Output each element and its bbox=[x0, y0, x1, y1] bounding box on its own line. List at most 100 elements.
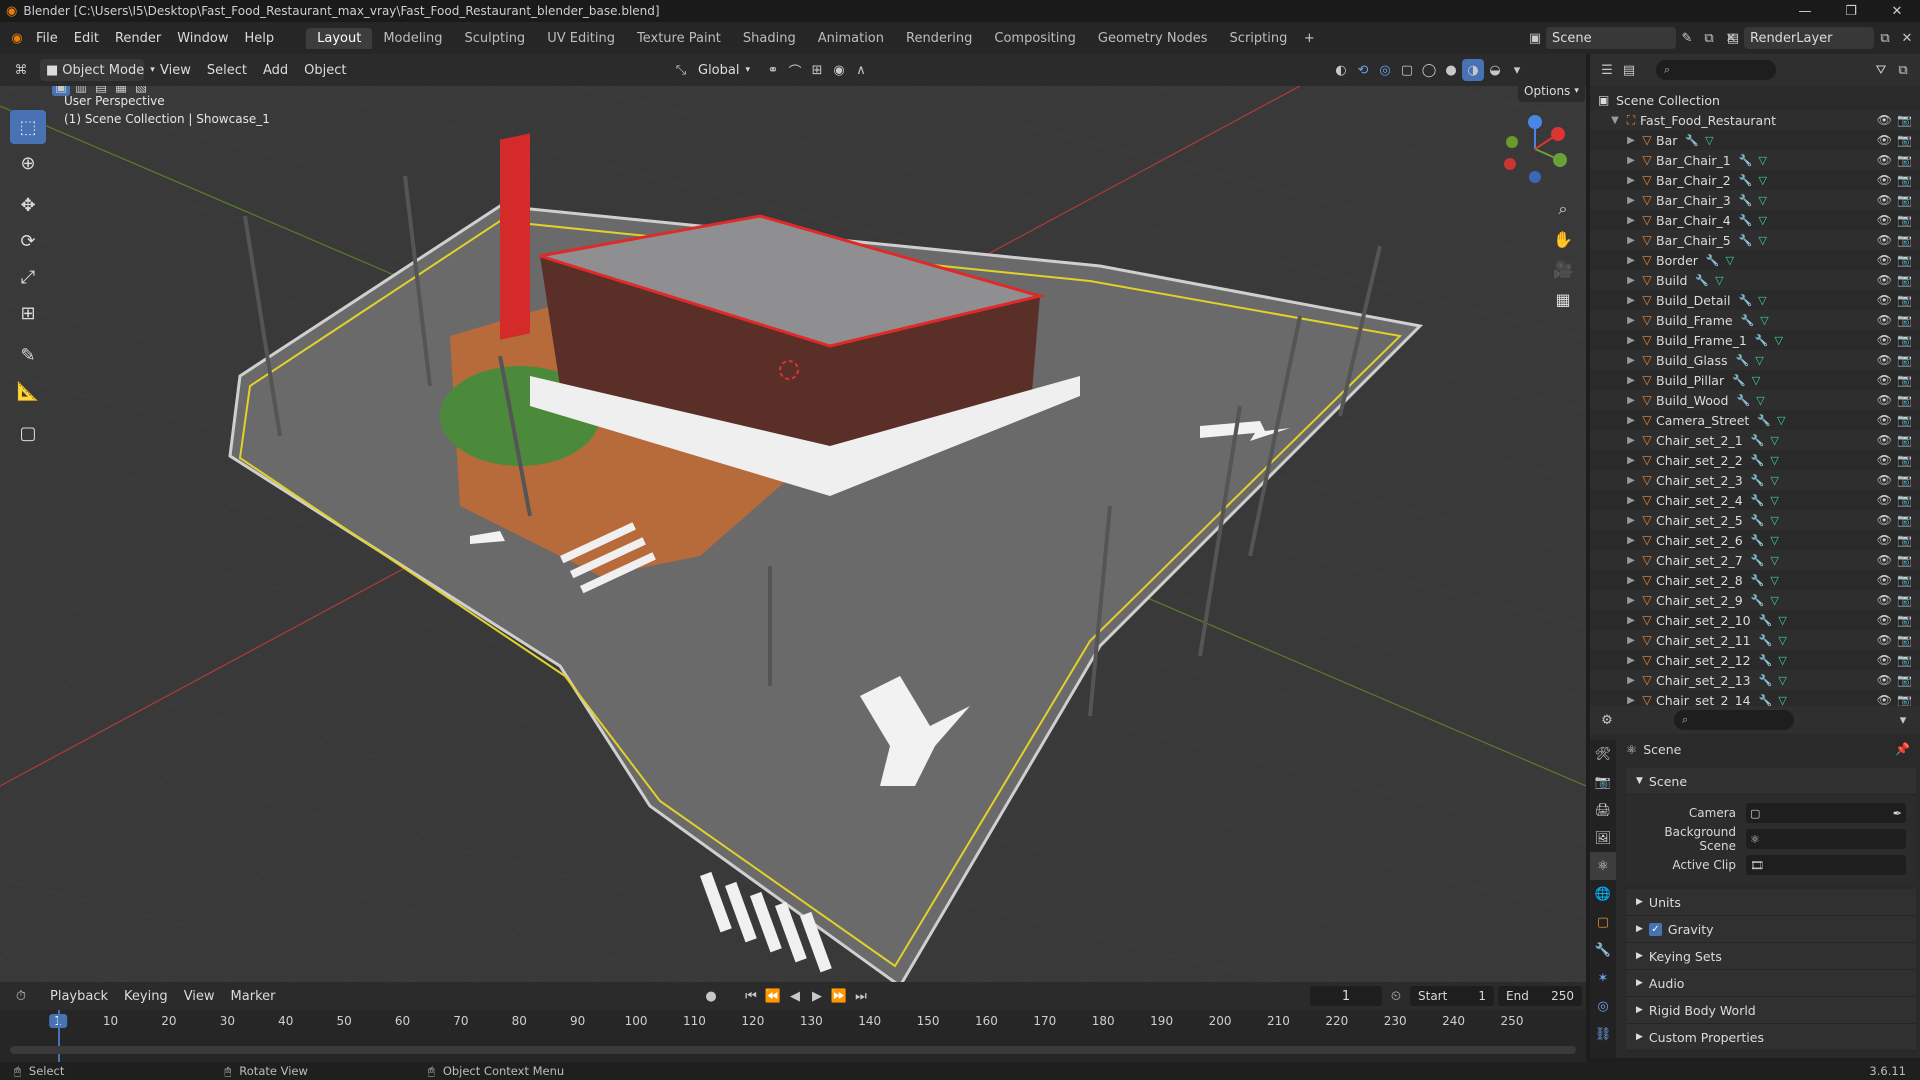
camera-icon[interactable]: 📷 bbox=[1897, 353, 1912, 367]
object-tab-icon[interactable]: ▢ bbox=[1590, 908, 1616, 936]
next-keyframe-icon[interactable]: ⏩ bbox=[828, 985, 850, 1007]
eye-icon[interactable]: 👁 bbox=[1877, 113, 1892, 127]
timeline-body[interactable]: 1102030405060708090100110120130140150160… bbox=[0, 1010, 1586, 1062]
scene-collection-row[interactable]: ▣ Scene Collection bbox=[1590, 90, 1920, 110]
eye-icon[interactable]: 👁 bbox=[1877, 273, 1892, 287]
panel-custom-properties[interactable]: ▶ Custom Properties bbox=[1626, 1024, 1916, 1051]
playhead[interactable] bbox=[58, 1010, 60, 1062]
chevron-right-icon[interactable]: ▶ bbox=[1624, 195, 1638, 206]
chevron-right-icon[interactable]: ▶ bbox=[1624, 395, 1638, 406]
eye-icon[interactable]: 👁 bbox=[1877, 413, 1892, 427]
gizmo-icon[interactable]: ⟲ bbox=[1352, 59, 1374, 81]
outliner-item[interactable]: ▶ ▽ Chair_set_2_7 🔧 ▽ 👁 📷 bbox=[1590, 550, 1920, 570]
camera-icon[interactable]: 📷 bbox=[1897, 173, 1912, 187]
minimize-button[interactable]: — bbox=[1782, 0, 1828, 22]
chevron-right-icon[interactable]: ▶ bbox=[1624, 335, 1638, 346]
camera-icon[interactable]: 📷 bbox=[1897, 213, 1912, 227]
camera-icon[interactable]: 📷 bbox=[1897, 473, 1912, 487]
camera-icon[interactable]: 📷 bbox=[1897, 613, 1912, 627]
camera-icon[interactable]: 📷 bbox=[1897, 233, 1912, 247]
chevron-right-icon[interactable]: ▶ bbox=[1624, 155, 1638, 166]
panel-keying-sets[interactable]: ▶ Keying Sets bbox=[1626, 943, 1916, 970]
start-frame-field[interactable]: Start 1 bbox=[1410, 986, 1494, 1006]
outliner-item[interactable]: ▶ ▽ Build_Detail 🔧 ▽ 👁 📷 bbox=[1590, 290, 1920, 310]
timeline-editor-icon[interactable]: ⏱ bbox=[10, 985, 32, 1007]
eye-icon[interactable]: 👁 bbox=[1877, 633, 1892, 647]
timeline-menu-marker[interactable]: Marker bbox=[223, 989, 284, 1004]
outliner-item[interactable]: ▶ ▽ Chair_set_2_5 🔧 ▽ 👁 📷 bbox=[1590, 510, 1920, 530]
eye-icon[interactable]: 👁 bbox=[1877, 233, 1892, 247]
outliner-item[interactable]: ▶ ▽ Border 🔧 ▽ 👁 📷 bbox=[1590, 250, 1920, 270]
select-new-icon[interactable]: ▣ bbox=[52, 86, 70, 96]
camera-icon[interactable]: 📷 bbox=[1897, 153, 1912, 167]
shading-options-icon[interactable]: ▾ bbox=[1506, 59, 1528, 81]
cursor-icon[interactable]: ⊕ bbox=[10, 146, 46, 180]
new-collection-icon[interactable]: ⧉ bbox=[1892, 59, 1914, 81]
scene-section-header[interactable]: ▼ Scene bbox=[1626, 768, 1916, 795]
select-extend-icon[interactable]: ▥ bbox=[72, 86, 90, 96]
camera-field[interactable]: ▢ ✒ bbox=[1746, 803, 1906, 823]
timeline-menu-playback[interactable]: Playback bbox=[42, 989, 116, 1004]
outliner-item[interactable]: ▶ ▽ Chair_set_2_8 🔧 ▽ 👁 📷 bbox=[1590, 570, 1920, 590]
view-layer-tab-icon[interactable]: 🖼 bbox=[1590, 824, 1616, 852]
pivot-point-icon[interactable]: ⚭ bbox=[762, 59, 784, 81]
tab-shading[interactable]: Shading bbox=[732, 28, 807, 49]
camera-icon[interactable]: 📷 bbox=[1897, 513, 1912, 527]
outliner-item[interactable]: ▶ ▽ Build_Wood 🔧 ▽ 👁 📷 bbox=[1590, 390, 1920, 410]
camera-icon[interactable]: 📷 bbox=[1897, 413, 1912, 427]
outliner-item[interactable]: ▶ ▽ Chair_set_2_10 🔧 ▽ 👁 📷 bbox=[1590, 610, 1920, 630]
camera-icon[interactable]: 📷 bbox=[1897, 693, 1912, 707]
outliner-item[interactable]: ▶ ▽ Chair_set_2_4 🔧 ▽ 👁 📷 bbox=[1590, 490, 1920, 510]
panel-rigid-body-world[interactable]: ▶ Rigid Body World bbox=[1626, 997, 1916, 1024]
panel-audio[interactable]: ▶ Audio bbox=[1626, 970, 1916, 997]
constraints-tab-icon[interactable]: ⛓ bbox=[1590, 1020, 1616, 1048]
menu-help[interactable]: Help bbox=[237, 31, 283, 46]
select-invert-icon[interactable]: ▦ bbox=[112, 86, 130, 96]
viewport-menu-add[interactable]: Add bbox=[255, 63, 296, 78]
outliner-item[interactable]: ▶ ▽ Build_Frame 🔧 ▽ 👁 📷 bbox=[1590, 310, 1920, 330]
3d-viewport[interactable]: User Perspective (1) Scene Collection | … bbox=[0, 86, 1586, 982]
eye-icon[interactable]: 👁 bbox=[1877, 133, 1892, 147]
camera-icon[interactable]: 📷 bbox=[1897, 453, 1912, 467]
outliner-item[interactable]: ▶ ▽ Bar_Chair_2 🔧 ▽ 👁 📷 bbox=[1590, 170, 1920, 190]
eye-icon[interactable]: 👁 bbox=[1877, 433, 1892, 447]
camera-view-icon[interactable]: 🎥 bbox=[1548, 254, 1578, 284]
outliner-item[interactable]: ▶ ▽ Build_Glass 🔧 ▽ 👁 📷 bbox=[1590, 350, 1920, 370]
rendered-shading-icon[interactable]: ◒ bbox=[1484, 59, 1506, 81]
play-icon[interactable]: ▶ bbox=[806, 985, 828, 1007]
outliner-item[interactable]: ▶ ▽ Bar_Chair_1 🔧 ▽ 👁 📷 bbox=[1590, 150, 1920, 170]
tab-scripting[interactable]: Scripting bbox=[1219, 28, 1299, 49]
outliner-editor-icon[interactable]: ☰ bbox=[1596, 59, 1618, 81]
render-layer-icon[interactable]: ▤ bbox=[1722, 27, 1744, 49]
material-shading-icon[interactable]: ◑ bbox=[1462, 59, 1484, 81]
eye-icon[interactable]: 👁 bbox=[1877, 513, 1892, 527]
chevron-right-icon[interactable]: ▶ bbox=[1624, 375, 1638, 386]
viewport-menu-object[interactable]: Object bbox=[296, 63, 354, 78]
scene-icon[interactable]: ▣ bbox=[1524, 27, 1546, 49]
navigation-gizmo[interactable] bbox=[1498, 112, 1572, 186]
outliner-item[interactable]: ▶ ▽ Chair_set_2_1 🔧 ▽ 👁 📷 bbox=[1590, 430, 1920, 450]
eye-icon[interactable]: 👁 bbox=[1877, 213, 1892, 227]
chevron-right-icon[interactable]: ▶ bbox=[1624, 475, 1638, 486]
zoom-icon[interactable]: ⌕ bbox=[1548, 194, 1578, 224]
visibility-icon[interactable]: ◐ bbox=[1330, 59, 1352, 81]
delete-layer-icon[interactable]: ✕ bbox=[1896, 27, 1918, 49]
camera-icon[interactable]: 📷 bbox=[1897, 293, 1912, 307]
select-intersect-icon[interactable]: ▧ bbox=[132, 86, 150, 96]
chevron-right-icon[interactable]: ▶ bbox=[1624, 315, 1638, 326]
eye-icon[interactable]: 👁 bbox=[1877, 193, 1892, 207]
eye-icon[interactable]: 👁 bbox=[1877, 353, 1892, 367]
chevron-right-icon[interactable]: ▶ bbox=[1624, 655, 1638, 666]
outliner-item[interactable]: ▶ ▽ Camera_Street 🔧 ▽ 👁 📷 bbox=[1590, 410, 1920, 430]
eye-icon[interactable]: 👁 bbox=[1877, 173, 1892, 187]
snap-icon[interactable]: ⌒ bbox=[784, 59, 806, 81]
render-layer-selector[interactable]: RenderLayer bbox=[1744, 27, 1874, 49]
blender-menu-icon[interactable]: ◉ bbox=[6, 27, 28, 49]
outliner-item[interactable]: ▶ ▽ Chair_set_2_6 🔧 ▽ 👁 📷 bbox=[1590, 530, 1920, 550]
select-box-icon[interactable]: ⬚ bbox=[10, 110, 46, 144]
chevron-right-icon[interactable]: ▶ bbox=[1624, 615, 1638, 626]
background-scene-field[interactable]: ⚛ bbox=[1746, 829, 1906, 849]
gravity-checkbox[interactable]: ✓ bbox=[1648, 922, 1662, 936]
stopwatch-icon[interactable]: ⏲ bbox=[1385, 985, 1407, 1007]
rotate-icon[interactable]: ⟳ bbox=[10, 224, 46, 258]
